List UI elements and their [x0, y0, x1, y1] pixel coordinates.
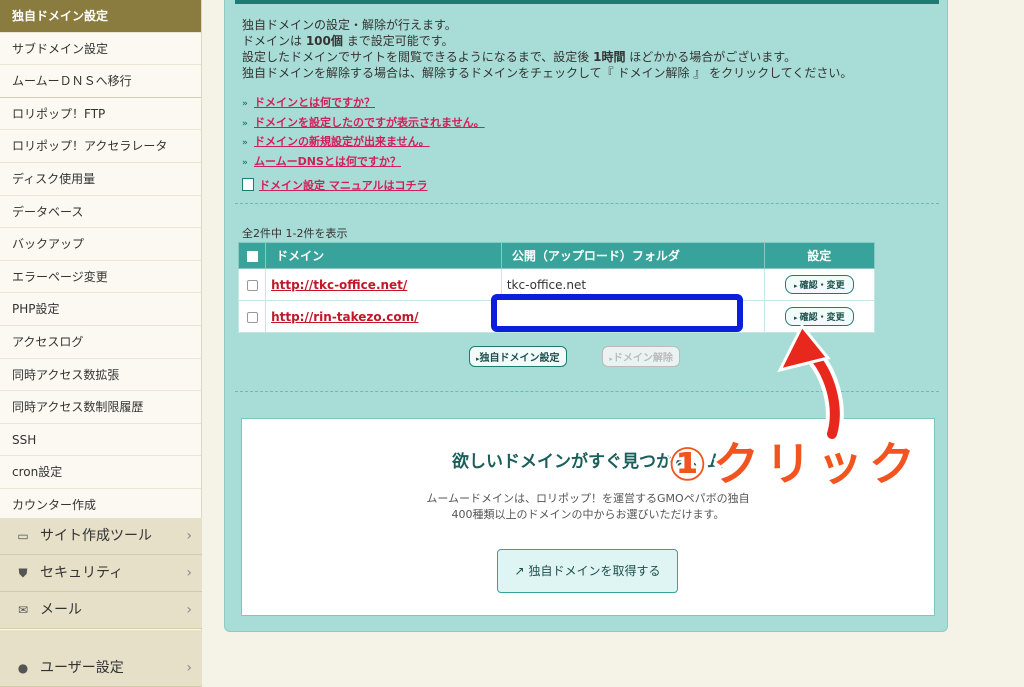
sidebar-item-ssh[interactable]: SSH: [0, 424, 201, 457]
help-links: » ドメインとは何ですか？ » ドメインを設定したのですが表示されません。 » ドメイ…: [242, 93, 485, 171]
set-domain-button[interactable]: ▸独自ドメイン設定: [469, 346, 567, 367]
confirm-change-button[interactable]: ▸ 確認・変更: [785, 275, 854, 294]
divider: [235, 203, 939, 204]
help-link-what-is-domain[interactable]: » ドメインとは何ですか？: [242, 93, 485, 113]
help-link-cannot-set[interactable]: » ドメインの新規設定が出来ません。: [242, 132, 485, 152]
sidebar-item-concurrent-history[interactable]: 同時アクセス数制限履歴: [0, 391, 201, 424]
select-all-checkbox[interactable]: [246, 250, 258, 262]
domain-cell: http://rin-takezo.com/: [265, 300, 502, 333]
button-label: ドメイン解除: [612, 353, 673, 364]
header-domain: ドメイン: [265, 242, 502, 269]
domain-link[interactable]: http://tkc-office.net/: [271, 278, 407, 292]
sidebar-gap: [0, 630, 202, 650]
help-link-label: ドメインを設定したのですが表示されません。: [254, 115, 485, 129]
sidebar-cat-label: メール: [40, 602, 82, 618]
click-annotation: ①クリック: [662, 420, 992, 510]
intro-bold: 100個: [305, 34, 343, 48]
panel-top-border: [235, 0, 939, 4]
row-checkbox-cell: [237, 268, 267, 301]
row-checkbox-cell: [237, 300, 267, 333]
result-count: 全2件中 1-2件を表示: [242, 227, 348, 240]
intro-text-part: ドメインは: [242, 34, 306, 48]
manual-link[interactable]: ドメイン設定 マニュアルはコチラ: [242, 177, 428, 193]
sidebar-cat-security[interactable]: ⛊ セキュリティ ›: [0, 555, 202, 592]
sidebar-cat-mail[interactable]: ✉ メール ›: [0, 592, 202, 629]
button-label: 独自ドメインを取得する: [528, 564, 661, 578]
sidebar-item-concurrent-expand[interactable]: 同時アクセス数拡張: [0, 359, 201, 392]
help-link-not-displayed[interactable]: » ドメインを設定したのですが表示されません。: [242, 113, 485, 133]
sidebar-item-database[interactable]: データベース: [0, 196, 201, 229]
intro-text-part: 設定したドメインでサイトを閲覧できるようになるまで、設定後: [242, 50, 594, 64]
row-checkbox[interactable]: [246, 279, 258, 291]
sidebar-item-custom-domain[interactable]: 独自ドメイン設定: [0, 0, 201, 33]
intro-line: 設定したドメインでサイトを閲覧できるようになるまで、設定後 1時間 ほどかかる場…: [242, 49, 852, 65]
play-icon: ▸: [794, 314, 798, 322]
release-domain-button[interactable]: ▸ドメイン解除: [602, 346, 680, 367]
user-icon: ●: [17, 661, 29, 675]
table-header-row: ドメイン 公開（アップロード）フォルダ 設定: [237, 242, 876, 269]
domain-link[interactable]: http://rin-takezo.com/: [271, 310, 418, 324]
intro-line: 独自ドメインを解除する場合は、解除するドメインをチェックして『 ドメイン解除 』…: [242, 66, 853, 80]
sidebar-item-ftp[interactable]: ロリポップ！FTP: [0, 98, 201, 131]
domain-cell: http://tkc-office.net/: [265, 268, 502, 301]
help-link-label: ムームーDNSとは何ですか？: [254, 154, 401, 168]
sidebar-item-muumuu-dns[interactable]: ムームーＤＮＳへ移行: [0, 65, 201, 98]
mail-icon: ✉: [17, 603, 29, 617]
sidebar-item-backup[interactable]: バックアップ: [0, 228, 201, 261]
sidebar-cat-site-tools[interactable]: ▭ サイト作成ツール ›: [0, 518, 202, 555]
intro-bold: 1時間: [593, 50, 626, 64]
intro-line: 独自ドメインの設定・解除が行えます。: [242, 18, 457, 32]
chevron-right-icon: ›: [186, 660, 192, 676]
sidebar-cat-label: サイト作成ツール: [40, 528, 152, 544]
settings-cell: ▸ 確認・変更: [763, 268, 876, 301]
sidebar-cat-label: セキュリティ: [40, 565, 124, 581]
row-checkbox[interactable]: [246, 311, 258, 323]
sidebar-cat-label: ユーザー設定: [40, 660, 124, 676]
action-buttons: ▸独自ドメイン設定 ▸ドメイン解除: [469, 346, 712, 367]
redaction-box: [491, 294, 743, 332]
sidebar: 独自ドメイン設定 サブドメイン設定 ムームーＤＮＳへ移行 ロリポップ！FTP ロ…: [0, 0, 202, 687]
sidebar-item-error-page[interactable]: エラーページ変更: [0, 261, 201, 294]
help-link-muumuu-dns[interactable]: » ムームーDNSとは何ですか？: [242, 152, 485, 172]
header-settings: 設定: [763, 242, 876, 269]
chevron-right-icon: ›: [186, 565, 192, 581]
header-checkbox-cell: [237, 242, 267, 269]
chevron-right-icon: ›: [186, 602, 192, 618]
sidebar-cat-user-settings[interactable]: ● ユーザー設定 ›: [0, 650, 202, 687]
header-folder: 公開（アップロード）フォルダ: [500, 242, 765, 269]
button-label: 確認・変更: [799, 281, 845, 291]
annotation-label: ①クリック: [668, 437, 921, 491]
arrow-right-icon: »: [242, 99, 248, 109]
intro-line: ドメインは 100個 まで設定可能です。: [242, 33, 852, 49]
shield-icon: ⛊: [18, 566, 28, 580]
play-icon: ▸: [794, 282, 798, 290]
document-icon: [242, 178, 254, 191]
help-link-label: ドメインとは何ですか？: [254, 96, 375, 109]
laptop-icon: ▭: [17, 529, 29, 543]
arrow-right-icon: »: [242, 157, 248, 168]
sidebar-item-php[interactable]: PHP設定: [0, 293, 201, 326]
sidebar-item-accelerator[interactable]: ロリポップ！アクセラレータ: [0, 130, 201, 163]
sidebar-item-disk-usage[interactable]: ディスク使用量: [0, 163, 201, 196]
sidebar-item-counter[interactable]: カウンター作成: [0, 489, 201, 522]
intro-text-part: ほどかかる場合がございます。: [625, 50, 797, 64]
help-link-label: ドメインの新規設定が出来ません。: [254, 135, 430, 148]
intro-text-part: まで設定可能です。: [342, 34, 454, 48]
arrow-right-icon: »: [242, 138, 248, 148]
get-domain-button[interactable]: ↗ 独自ドメインを取得する: [497, 549, 678, 593]
sidebar-item-access-log[interactable]: アクセスログ: [0, 326, 201, 359]
manual-link-label: ドメイン設定 マニュアルはコチラ: [259, 179, 428, 192]
chevron-right-icon: ›: [186, 528, 192, 544]
sidebar-item-subdomain[interactable]: サブドメイン設定: [0, 33, 201, 66]
external-link-icon: ↗: [514, 564, 525, 578]
sidebar-item-cron[interactable]: cron設定: [0, 456, 201, 489]
button-label: 独自ドメイン設定: [479, 353, 560, 364]
main-panel: 独自ドメインの設定・解除が行えます。 ドメインは 100個 まで設定可能です。 …: [224, 0, 948, 632]
intro-text: 独自ドメインの設定・解除が行えます。 ドメインは 100個 まで設定可能です。 …: [242, 17, 852, 81]
